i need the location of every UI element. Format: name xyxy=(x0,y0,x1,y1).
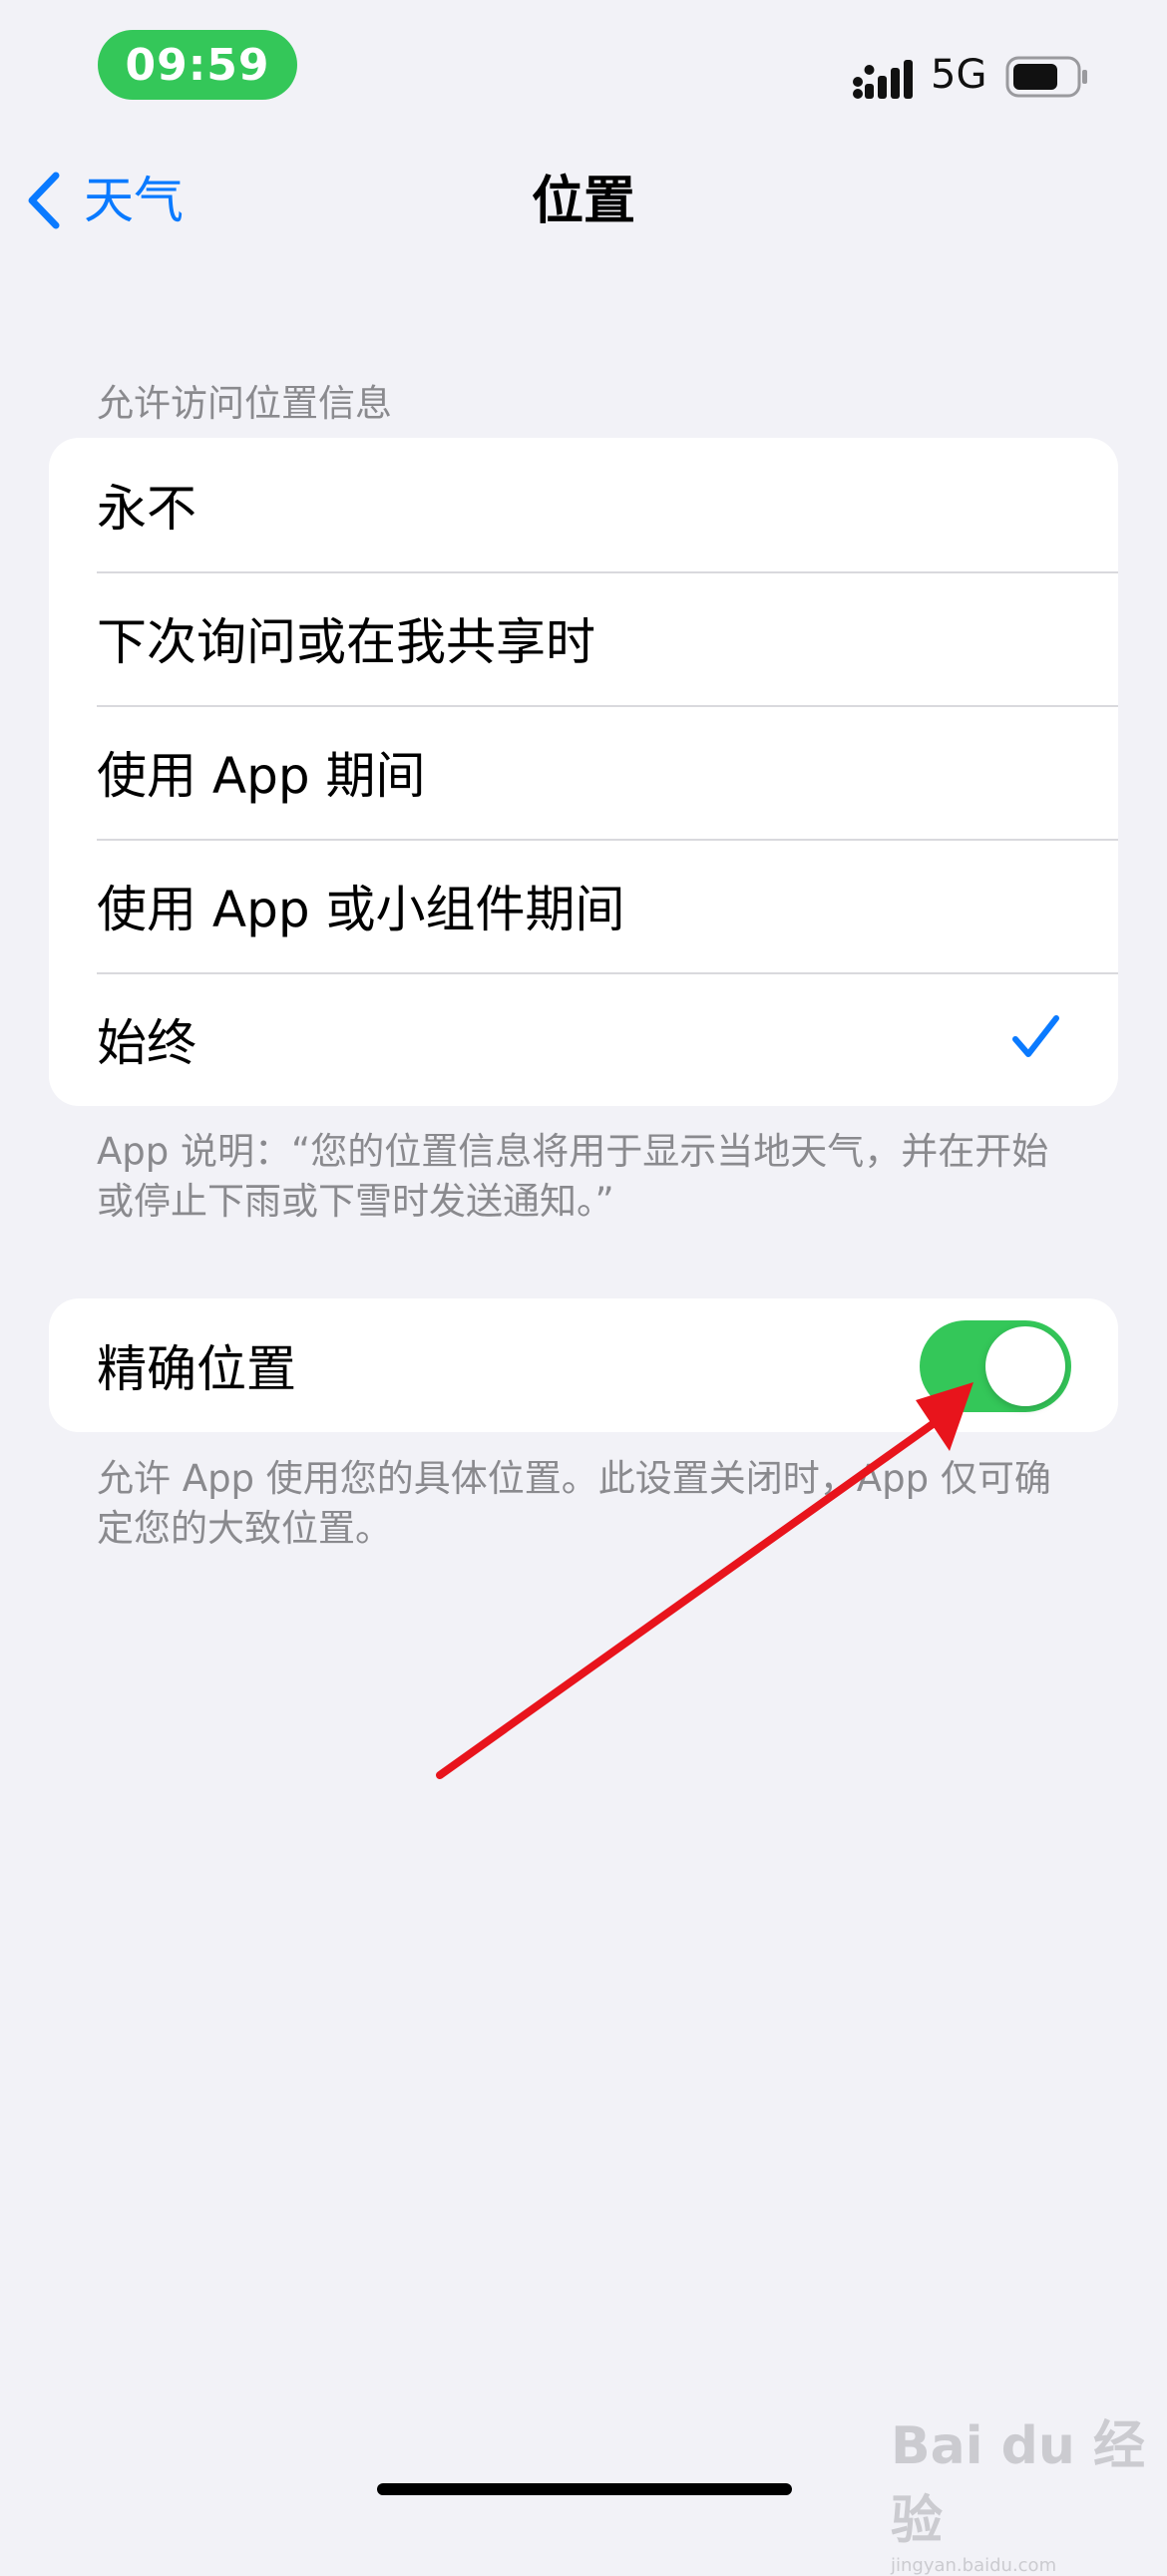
option-while-using-app[interactable]: 使用 App 期间 xyxy=(49,705,1118,839)
network-type: 5G xyxy=(931,52,987,98)
battery-icon xyxy=(1005,56,1087,98)
option-label: 使用 App 期间 xyxy=(97,747,426,805)
precise-location-group: 精确位置 xyxy=(49,1298,1118,1432)
toggle-knob xyxy=(985,1326,1065,1406)
status-time: 09:59 xyxy=(98,30,297,100)
home-indicator[interactable] xyxy=(377,2483,792,2495)
precise-location-label: 精确位置 xyxy=(97,1340,296,1398)
precise-location-toggle[interactable] xyxy=(920,1320,1071,1412)
watermark-logo: Bai du 经验 jingyan.baidu.com xyxy=(891,2403,1167,2576)
option-while-using-app-or-widgets[interactable]: 使用 App 或小组件期间 xyxy=(49,839,1118,972)
option-never[interactable]: 永不 xyxy=(49,438,1118,571)
option-label: 始终 xyxy=(97,1014,196,1072)
option-always[interactable]: 始终 xyxy=(49,972,1118,1106)
precise-location-row: 精确位置 xyxy=(49,1298,1118,1432)
watermark-url: jingyan.baidu.com xyxy=(891,2555,1057,2576)
option-ask-next-time[interactable]: 下次询问或在我共享时 xyxy=(49,571,1118,705)
option-label: 使用 App 或小组件期间 xyxy=(97,881,625,938)
option-label: 永不 xyxy=(97,480,196,538)
page-title: 位置 xyxy=(531,172,635,231)
cellular-signal-icon xyxy=(853,60,913,99)
option-label: 下次询问或在我共享时 xyxy=(97,613,595,671)
precise-location-footnote: 允许 App 使用您的具体位置。此设置关闭时，App 仅可确定您的大致位置。 xyxy=(97,1457,1051,1550)
app-explanation-footnote: App 说明：“您的位置信息将用于显示当地天气，并在开始或停止下雨或下雪时发送通… xyxy=(97,1130,1049,1223)
checkmark-icon xyxy=(1012,1015,1059,1057)
location-access-options: 永不 下次询问或在我共享时 使用 App 期间 使用 App 或小组件期间 始终 xyxy=(49,438,1118,1106)
section-header-location-access: 允许访问位置信息 xyxy=(97,382,392,425)
watermark-brand: Bai du 经验 xyxy=(891,2416,1145,2551)
